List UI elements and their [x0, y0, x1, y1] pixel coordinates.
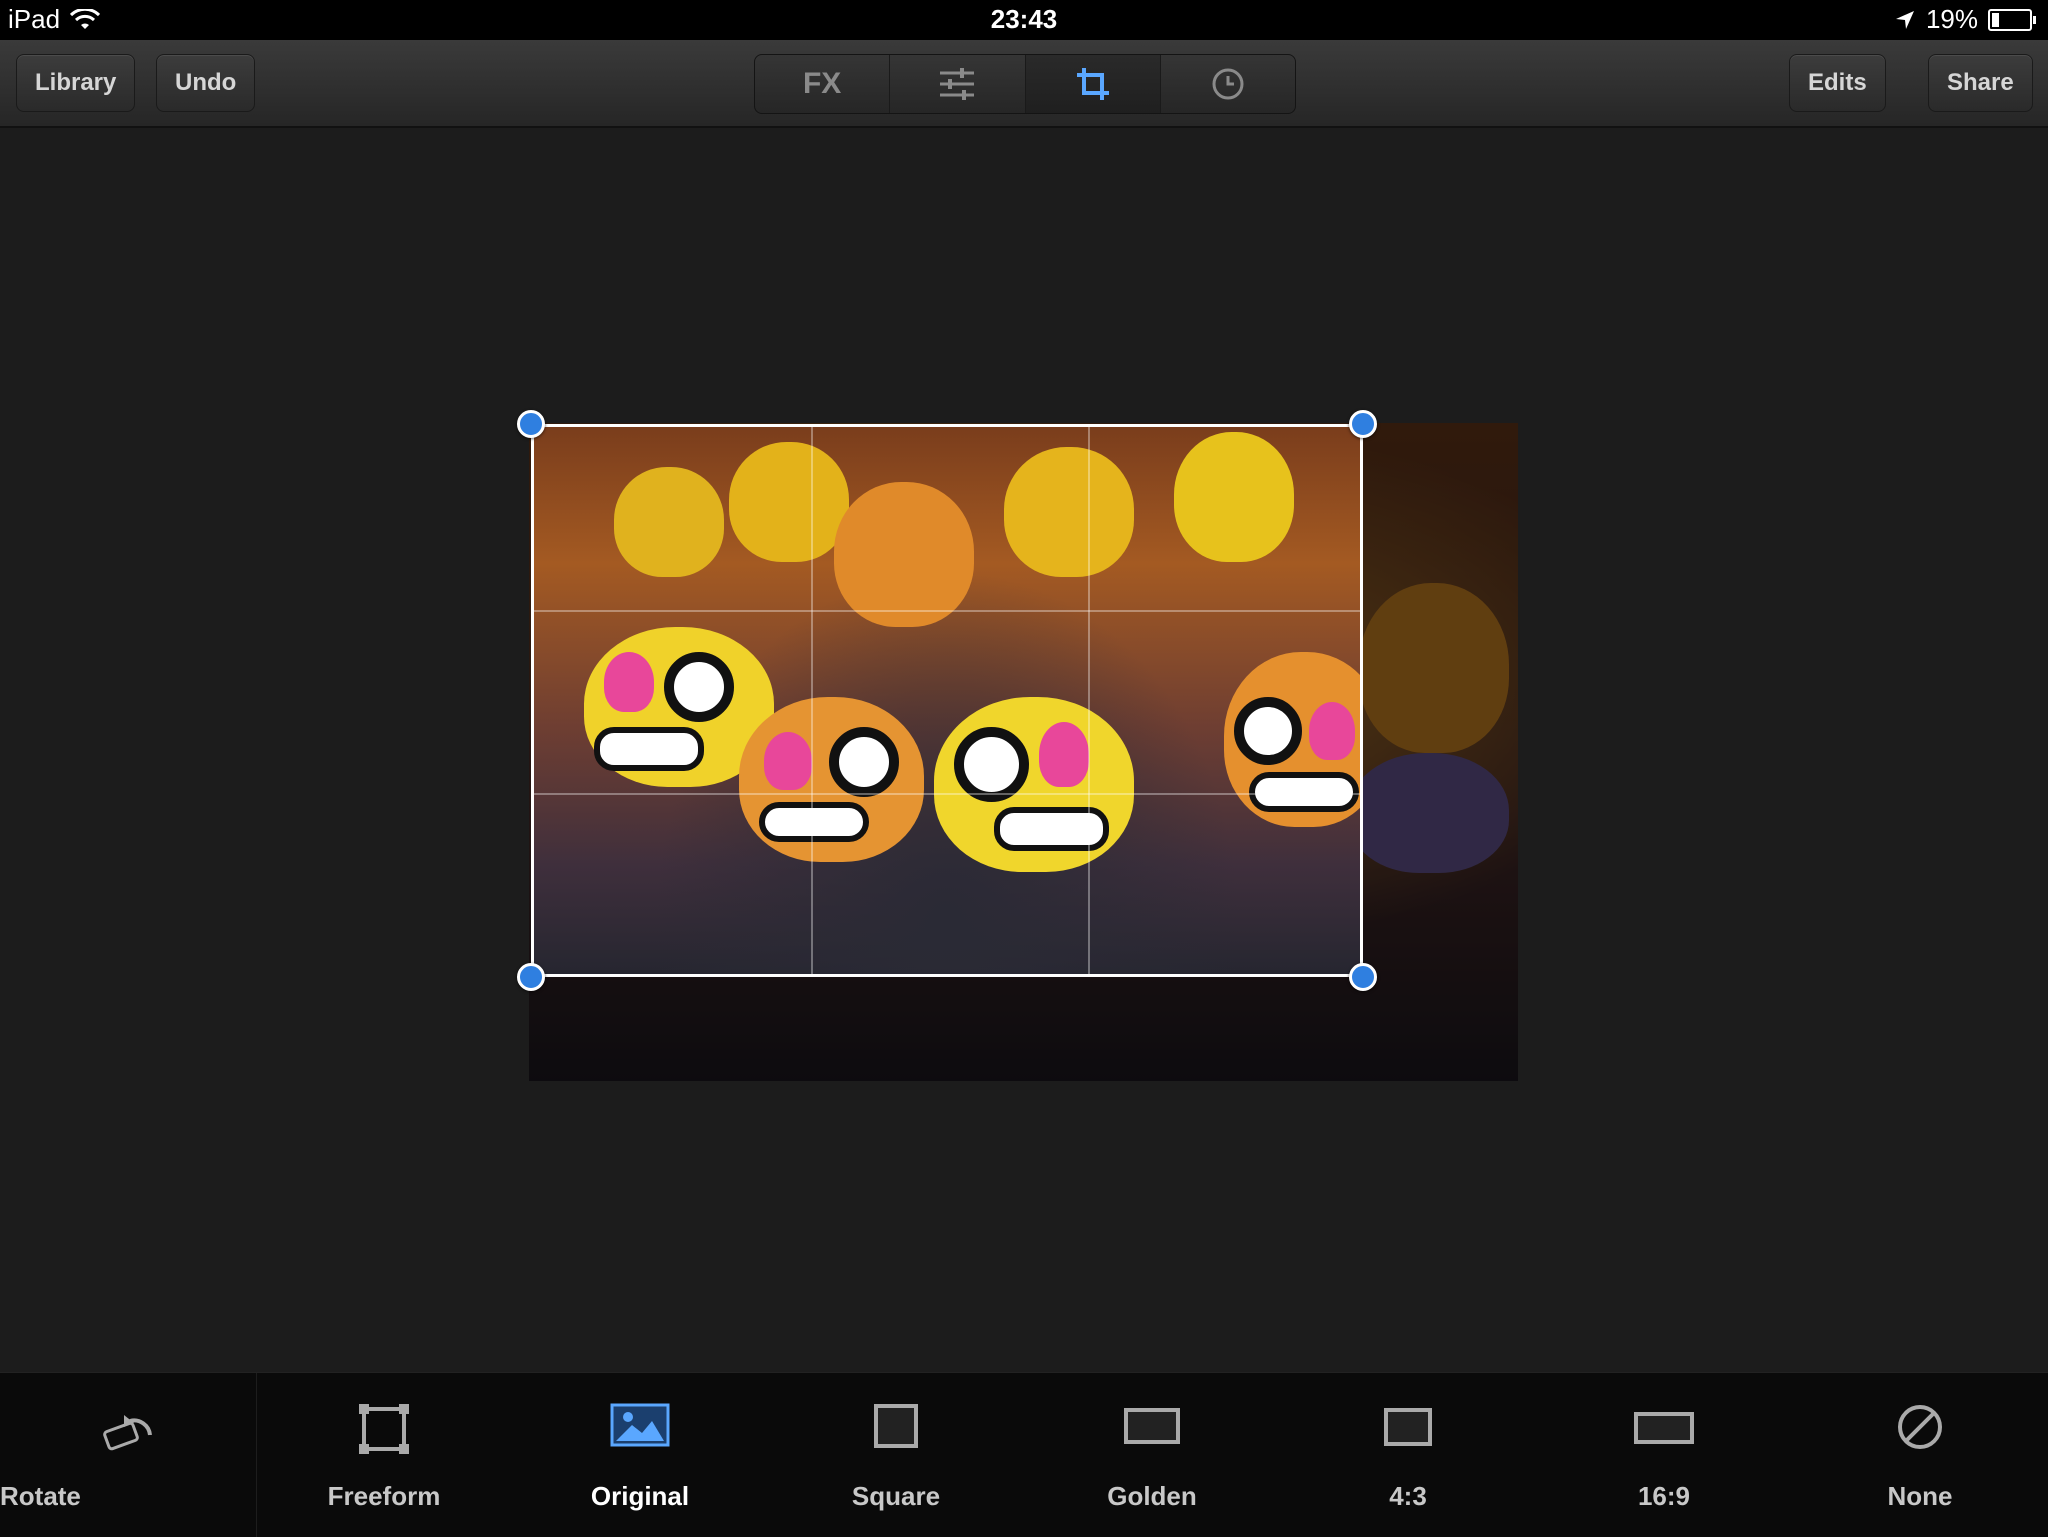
photo-crop-area — [534, 427, 1360, 974]
sliders-icon — [940, 68, 975, 100]
option-label: Freeform — [327, 1481, 441, 1511]
none-icon — [1898, 1405, 1942, 1449]
golden-ratio-icon — [1124, 1408, 1180, 1444]
toy-eye — [829, 727, 899, 797]
crop-handle-top-right[interactable] — [1349, 410, 1377, 438]
crop-icon — [1076, 68, 1109, 100]
tab-fx[interactable]: FX — [755, 55, 891, 113]
ratio-16-9-icon — [1634, 1412, 1694, 1444]
toy-nose — [1039, 722, 1089, 787]
crop-option-none[interactable]: None — [1792, 1373, 2048, 1537]
rotate-icon — [103, 1415, 152, 1451]
crop-option-golden[interactable]: Golden — [1024, 1373, 1280, 1537]
edits-button[interactable]: Edits — [1789, 54, 1886, 112]
tab-history[interactable] — [1161, 55, 1295, 113]
location-arrow-icon — [1895, 10, 1914, 29]
top-toolbar: Library Undo FX Edits Share — [0, 40, 2048, 128]
fx-label: FX — [802, 67, 842, 100]
grid-line-horizontal — [534, 793, 1360, 795]
status-right: 19% — [1894, 4, 2036, 35]
freeform-icon — [359, 1404, 409, 1454]
toy-eye — [954, 727, 1029, 802]
undo-button[interactable]: Undo — [156, 54, 256, 112]
grid-line-vertical — [811, 427, 813, 974]
grid-line-horizontal — [534, 610, 1360, 612]
crop-frame[interactable] — [531, 424, 1363, 977]
status-bar: iPad 23:43 19% — [0, 0, 2048, 40]
photo-canvas — [0, 128, 2048, 1372]
ratio-4-3-icon — [1384, 1408, 1432, 1446]
clock: 23:43 — [990, 4, 1058, 34]
option-label: None — [1887, 1481, 1953, 1511]
crop-option-4-3[interactable]: 4:3 — [1280, 1373, 1536, 1537]
toy-eye — [1234, 697, 1302, 765]
toy-mouth — [759, 802, 869, 842]
toy-head — [614, 467, 724, 577]
library-button[interactable]: Library — [16, 54, 136, 112]
toy-eye — [664, 652, 734, 722]
battery-percent: 19% — [1925, 4, 1978, 34]
grid-line-vertical — [1088, 427, 1090, 974]
option-label: 16:9 — [1637, 1481, 1691, 1511]
toy-nose — [1309, 702, 1355, 760]
crop-option-square[interactable]: Square — [768, 1373, 1024, 1537]
crop-option-16-9[interactable]: 16:9 — [1536, 1373, 1792, 1537]
toy-head — [1004, 447, 1134, 577]
toy-nose — [764, 732, 812, 790]
battery-icon — [1988, 8, 2036, 31]
square-icon — [874, 1404, 918, 1448]
tab-crop[interactable] — [1025, 55, 1161, 113]
toy-mouth — [1249, 772, 1359, 812]
toy-mouth — [594, 727, 704, 771]
toy-nose — [604, 652, 654, 712]
rotate-button[interactable]: Rotate — [0, 1373, 257, 1537]
tool-segmented-control: FX — [754, 54, 1296, 114]
toy-head — [729, 442, 849, 562]
clock-icon — [1212, 68, 1244, 100]
option-label: 4:3 — [1389, 1481, 1427, 1511]
toy-head — [834, 482, 974, 627]
crop-option-original[interactable]: Original — [512, 1373, 768, 1537]
crop-handle-top-left[interactable] — [517, 410, 545, 438]
tab-adjust[interactable] — [890, 55, 1026, 113]
option-label: Golden — [1107, 1481, 1197, 1511]
battery-fill — [1992, 12, 1999, 27]
option-label: Square — [851, 1481, 941, 1511]
toy-head — [1174, 432, 1294, 562]
option-label: Original — [590, 1481, 690, 1511]
edits-label: Edits — [1808, 69, 1867, 96]
crop-handle-bottom-left[interactable] — [517, 963, 545, 991]
image-icon — [610, 1403, 670, 1447]
toy-mouth — [994, 807, 1109, 851]
rotate-label: Rotate — [0, 1481, 81, 1511]
crop-options-bar: Rotate Freeform Original Square Golden 4… — [0, 1372, 2048, 1537]
share-button[interactable]: Share — [1928, 54, 2033, 112]
crop-handle-bottom-right[interactable] — [1349, 963, 1377, 991]
crop-option-freeform[interactable]: Freeform — [256, 1373, 512, 1537]
